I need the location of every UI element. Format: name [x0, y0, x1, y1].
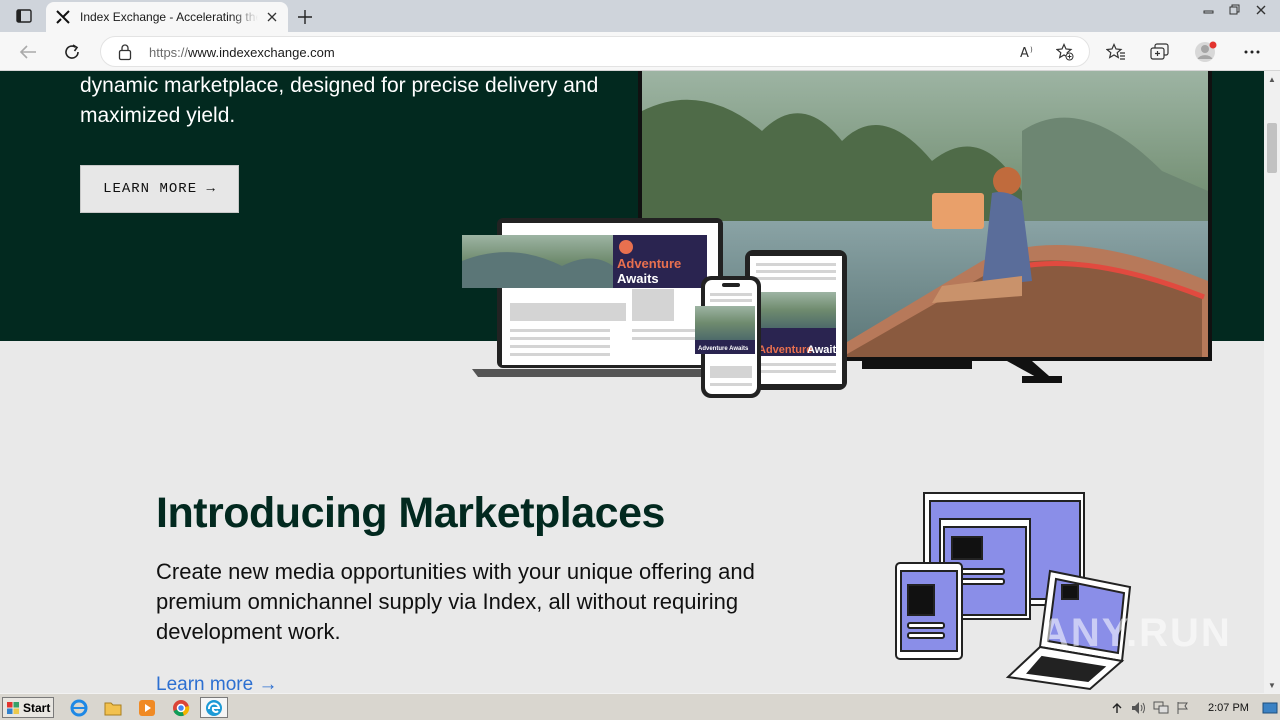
add-favorite-icon[interactable] [1055, 42, 1075, 62]
ad-banner-line1: Adventure [617, 256, 681, 271]
page-scrollbar[interactable]: ▲ ▼ [1264, 71, 1280, 693]
tray-expand-icon[interactable] [1108, 699, 1126, 717]
plus-icon [298, 10, 312, 24]
url-text[interactable]: https://www.indexexchange.com [149, 45, 335, 60]
svg-text:Adventure: Adventure [758, 344, 812, 356]
device-mockup-image: Adventure Awaits Adventure Awaits Advent… [462, 71, 1212, 398]
learn-more-button[interactable]: LEARN MORE → [80, 165, 239, 213]
refresh-icon [65, 44, 79, 59]
minimize-icon [1203, 10, 1214, 14]
action-center-flag-icon[interactable] [1174, 699, 1192, 717]
read-aloud-icon[interactable]: A) [1019, 42, 1039, 62]
section-title: Introducing Marketplaces [156, 489, 665, 537]
internet-explorer-icon[interactable] [68, 697, 90, 718]
volume-icon[interactable] [1130, 699, 1148, 717]
chrome-icon[interactable] [170, 697, 192, 718]
restore-button[interactable] [1224, 2, 1246, 18]
scroll-up-arrow-icon[interactable]: ▲ [1264, 71, 1280, 87]
svg-text:A: A [1020, 46, 1029, 60]
windows-logo-icon [7, 701, 19, 714]
collections-button[interactable] [1148, 40, 1172, 64]
close-tab-icon[interactable] [264, 9, 280, 25]
browser-tab[interactable]: Index Exchange - Accelerating the [46, 2, 288, 32]
scroll-down-arrow-icon[interactable]: ▼ [1264, 677, 1280, 693]
address-toolbar: https://www.indexexchange.com A) [0, 32, 1280, 71]
collections-icon [1150, 43, 1169, 60]
ad-banner-line2: Awaits [617, 271, 659, 286]
clock[interactable]: 2:07 PM [1208, 702, 1249, 714]
taskbar: Start 2:07 PM [0, 693, 1280, 720]
svg-text:Awaits: Awaits [807, 344, 842, 356]
show-desktop-icon[interactable] [1261, 699, 1279, 717]
back-button[interactable] [16, 40, 40, 64]
lock-icon[interactable] [117, 43, 133, 61]
index-exchange-favicon-icon [54, 8, 72, 26]
close-icon [1256, 5, 1266, 15]
file-explorer-icon[interactable] [102, 697, 124, 718]
favorites-star-icon [1106, 43, 1125, 60]
refresh-button[interactable] [60, 40, 84, 64]
scroll-thumb[interactable] [1267, 123, 1277, 173]
tab-bar: Index Exchange - Accelerating the [0, 0, 1280, 32]
network-icon[interactable] [1152, 699, 1170, 717]
profile-avatar-button[interactable] [1194, 40, 1218, 64]
svg-text:): ) [1030, 46, 1033, 54]
new-tab-button[interactable] [294, 6, 316, 28]
url-bar[interactable]: https://www.indexexchange.com A) [100, 36, 1090, 67]
avatar [1195, 41, 1217, 62]
tab-title: Index Exchange - Accelerating the [80, 10, 258, 24]
favorites-button[interactable] [1104, 40, 1128, 64]
minimize-button[interactable] [1198, 2, 1220, 18]
marketplace-devices-illustration [895, 492, 1132, 691]
start-button[interactable]: Start [2, 697, 54, 718]
learn-more-link[interactable]: Learn more → [156, 674, 277, 693]
close-window-button[interactable] [1250, 2, 1272, 18]
restore-icon [1229, 4, 1240, 15]
edge-icon[interactable] [200, 697, 228, 718]
watermark-logo: ANY.RUN [1040, 611, 1232, 655]
section-description: Create new media opportunities with your… [156, 559, 755, 644]
tab-actions-icon [16, 9, 32, 23]
ad-small-label: Adventure Awaits [698, 346, 749, 352]
tab-actions-button[interactable] [10, 6, 38, 26]
web-page: dynamic marketplace, designed for precis… [0, 71, 1264, 693]
system-tray: 2:07 PM [1104, 696, 1280, 719]
more-dots-icon [1244, 50, 1260, 54]
start-label: Start [23, 700, 51, 715]
media-player-icon[interactable] [136, 697, 158, 718]
back-arrow-icon [19, 45, 36, 59]
more-menu-button[interactable] [1240, 40, 1264, 64]
